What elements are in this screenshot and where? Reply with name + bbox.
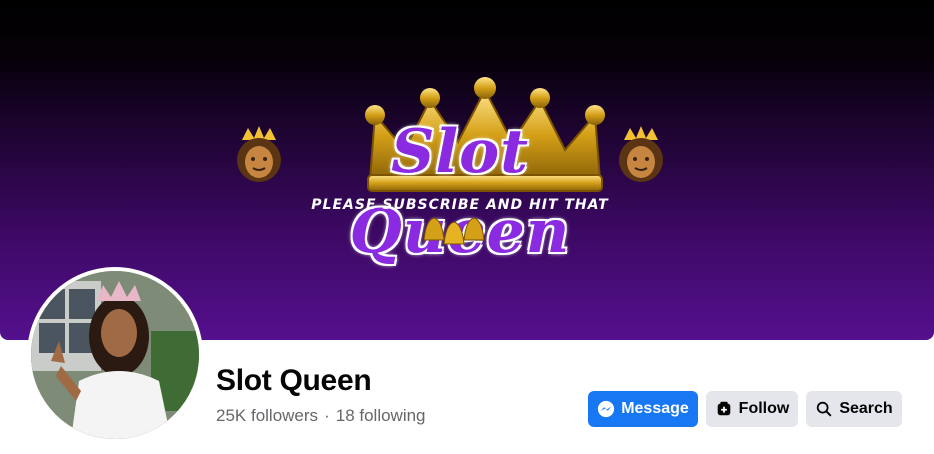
profile-picture[interactable] [31, 271, 199, 439]
profile-picture-frame[interactable] [27, 267, 203, 443]
bell-icon [423, 217, 485, 245]
follow-stats: 25K followers · 18 following [216, 406, 426, 426]
search-icon [815, 400, 833, 418]
stats-separator: · [324, 406, 330, 425]
queen-emoji-left [237, 126, 281, 182]
message-button[interactable]: Message [588, 391, 698, 427]
message-button-label: Message [621, 400, 689, 417]
banner-title: Slot Queen [350, 117, 570, 267]
banner-subtitle: PLEASE SUBSCRIBE AND HIT THAT [311, 197, 609, 213]
page-title: Slot Queen [216, 364, 372, 397]
messenger-icon [597, 400, 615, 418]
following-count[interactable]: 18 following [336, 406, 426, 425]
queen-emoji-right [619, 126, 663, 182]
profile-photo [31, 271, 199, 439]
follow-button[interactable]: Follow [706, 391, 798, 427]
followers-count[interactable]: 25K followers [216, 406, 318, 425]
follow-button-label: Follow [738, 400, 790, 417]
follow-icon [715, 400, 733, 418]
search-button-label: Search [839, 400, 893, 417]
search-button[interactable]: Search [806, 391, 902, 427]
